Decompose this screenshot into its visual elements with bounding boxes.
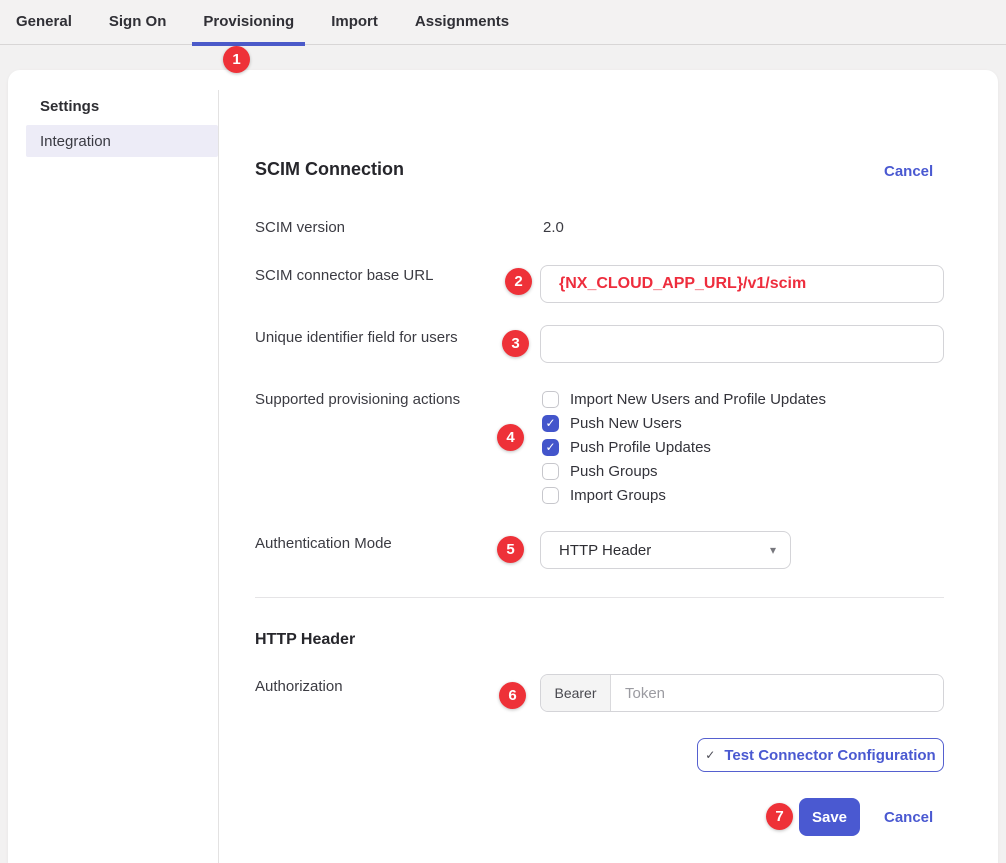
checkbox-icon[interactable] [542,487,559,504]
actions-label: Supported provisioning actions [255,391,460,408]
checkbox-icon[interactable]: ✓ [542,415,559,432]
tab-import[interactable]: Import [331,0,378,45]
action-label: Import New Users and Profile Updates [570,391,826,408]
provisioning-page: General Sign On Provisioning Import Assi… [0,0,1006,863]
section-divider [255,597,944,598]
auth-mode-selected-value: HTTP Header [559,542,651,559]
settings-card: Settings Integration SCIM Connection Can… [8,70,998,863]
chevron-down-icon: ▾ [770,543,776,557]
test-connector-button[interactable]: ✓ Test Connector Configuration [697,738,944,772]
step-badge-1: 1 [223,46,250,73]
scim-version-value: 2.0 [543,219,564,236]
step-badge-3: 3 [502,330,529,357]
tab-general[interactable]: General [16,0,72,45]
step-badge-6: 6 [499,682,526,709]
action-row-push-profile-updates[interactable]: ✓ Push Profile Updates [540,435,826,459]
checkbox-icon[interactable] [542,391,559,408]
active-tab-underline [192,42,305,46]
action-label: Push Groups [570,463,658,480]
sidebar-divider [218,90,219,863]
sidebar-header: Settings [40,98,99,115]
action-label: Push New Users [570,415,682,432]
check-icon: ✓ [545,441,555,453]
cancel-link-bottom[interactable]: Cancel [884,809,933,826]
step-badge-4: 4 [497,424,524,451]
tab-general-label: General [16,13,72,30]
tab-sign-on[interactable]: Sign On [109,0,167,45]
page-title: SCIM Connection [255,159,404,180]
action-label: Import Groups [570,487,666,504]
http-header-section-title: HTTP Header [255,631,355,649]
tab-provisioning-label: Provisioning [203,13,294,30]
tab-sign-on-label: Sign On [109,13,167,30]
unique-id-input[interactable] [540,325,944,363]
checkbox-icon[interactable] [542,463,559,480]
step-badge-7: 7 [766,803,793,830]
base-url-label: SCIM connector base URL [255,267,433,284]
tab-assignments[interactable]: Assignments [415,0,509,45]
bearer-prefix: Bearer [541,675,611,711]
check-icon: ✓ [545,417,555,429]
checkbox-icon[interactable]: ✓ [542,439,559,456]
step-badge-2: 2 [505,268,532,295]
base-url-input[interactable] [540,265,944,303]
cancel-link-top[interactable]: Cancel [884,163,933,180]
scim-version-label: SCIM version [255,219,345,236]
authorization-input-group: Bearer [540,674,944,712]
tab-import-label: Import [331,13,378,30]
action-row-push-new-users[interactable]: ✓ Push New Users [540,411,826,435]
app-tab-bar: General Sign On Provisioning Import Assi… [0,0,1006,45]
auth-mode-select[interactable]: HTTP Header ▾ [540,531,791,569]
test-connector-button-label: Test Connector Configuration [724,747,935,764]
provisioning-actions-list: Import New Users and Profile Updates ✓ P… [540,387,826,507]
action-row-import-new-users[interactable]: Import New Users and Profile Updates [540,387,826,411]
authorization-label: Authorization [255,678,343,695]
sidebar-item-integration[interactable]: Integration [26,125,218,157]
action-label: Push Profile Updates [570,439,711,456]
token-input[interactable] [611,675,943,711]
check-icon: ✓ [705,748,715,762]
unique-id-label: Unique identifier field for users [255,329,458,346]
tab-provisioning[interactable]: Provisioning [203,0,294,45]
tab-assignments-label: Assignments [415,13,509,30]
action-row-import-groups[interactable]: Import Groups [540,483,826,507]
action-row-push-groups[interactable]: Push Groups [540,459,826,483]
auth-mode-label: Authentication Mode [255,535,392,552]
sidebar-item-integration-label: Integration [40,133,111,150]
save-button[interactable]: Save [799,798,860,836]
step-badge-5: 5 [497,536,524,563]
